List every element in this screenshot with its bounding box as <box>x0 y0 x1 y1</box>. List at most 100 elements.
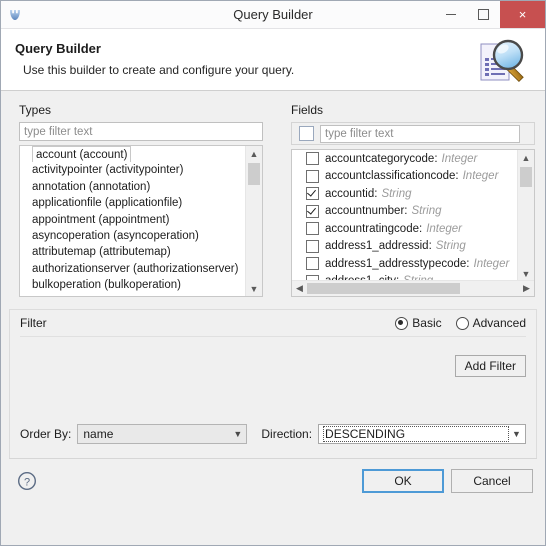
scrollbar-thumb[interactable] <box>520 167 532 187</box>
add-filter-row: Add Filter <box>20 355 526 377</box>
direction-label: Direction: <box>261 427 313 441</box>
scroll-down-icon[interactable]: ▼ <box>246 281 262 296</box>
dialog-header: Query Builder Use this builder to create… <box>1 29 545 91</box>
dialog-actions: OK Cancel <box>362 469 533 493</box>
field-name: address1_addressid: <box>325 240 432 253</box>
filter-mode-radios: Basic Advanced <box>395 316 526 330</box>
dialog-body: Types type filter text account (account)… <box>1 91 545 509</box>
types-label: Types <box>19 103 52 117</box>
list-item[interactable]: accountratingcode: Integer <box>292 220 518 238</box>
maximize-button[interactable] <box>467 1 500 28</box>
list-item[interactable]: address1_addresstypecode: Integer <box>292 255 518 273</box>
filter-group: Filter Basic Advanced Add Filter Order B… <box>9 309 537 459</box>
help-icon[interactable]: ? <box>17 471 37 491</box>
fields-horizontal-scrollbar[interactable]: ◀ ▶ <box>292 280 534 296</box>
fields-listbox[interactable]: accountcategorycode: Integer accountclas… <box>291 149 535 297</box>
maximize-icon <box>478 9 489 20</box>
filter-group-header: Filter Basic Advanced <box>20 310 526 337</box>
list-item[interactable]: attributemap (attributemap) <box>20 244 246 260</box>
field-name: accountclassificationcode: <box>325 170 459 183</box>
scroll-down-icon[interactable]: ▼ <box>518 266 534 281</box>
field-checkbox[interactable] <box>306 169 319 183</box>
direction-value: DESCENDING <box>323 426 509 442</box>
field-checkbox[interactable] <box>306 257 319 271</box>
list-item[interactable]: bulkoperation (bulkoperation) <box>20 277 246 293</box>
select-all-fields-checkbox[interactable] <box>299 126 314 141</box>
add-filter-button[interactable]: Add Filter <box>454 355 526 377</box>
list-item[interactable]: asyncoperation (asyncoperation) <box>20 228 246 244</box>
types-filter-input[interactable]: type filter text <box>19 122 263 141</box>
field-type: Integer <box>473 257 510 270</box>
scroll-up-icon[interactable]: ▲ <box>518 150 534 165</box>
fields-filter-placeholder: type filter text <box>325 127 394 140</box>
field-name: accountnumber: <box>325 205 408 218</box>
scrollbar-track[interactable] <box>307 281 519 296</box>
field-checkbox[interactable] <box>306 152 319 166</box>
scroll-left-icon[interactable]: ◀ <box>292 283 307 294</box>
selector-row: Types type filter text account (account)… <box>9 97 537 297</box>
list-item[interactable]: appointment (appointment) <box>20 212 246 228</box>
radio-basic-icon[interactable] <box>395 316 409 330</box>
app-shield-icon <box>1 2 29 28</box>
field-name: address1_addresstypecode: <box>325 257 470 270</box>
field-type: Integer <box>462 170 499 183</box>
types-panel: Types type filter text account (account)… <box>9 97 265 297</box>
filter-group-title: Filter <box>20 316 47 330</box>
fields-vertical-scrollbar[interactable]: ▲ ▼ <box>517 150 534 281</box>
svg-text:?: ? <box>24 476 30 488</box>
types-vertical-scrollbar[interactable]: ▲ ▼ <box>245 146 262 296</box>
list-item[interactable]: accountid: String <box>292 185 518 203</box>
page-subtitle: Use this builder to create and configure… <box>23 63 295 77</box>
chevron-down-icon: ▼ <box>233 429 243 439</box>
types-listbox[interactable]: account (account) activitypointer (activ… <box>19 145 263 297</box>
list-item[interactable]: account (account) <box>20 146 246 163</box>
filter-mode-advanced[interactable]: Advanced <box>455 316 526 330</box>
scrollbar-thumb[interactable] <box>307 283 460 294</box>
fields-list: accountcategorycode: Integer accountclas… <box>292 150 518 281</box>
order-by-value: name <box>83 427 114 441</box>
field-type: Integer <box>426 222 462 235</box>
cancel-button[interactable]: Cancel <box>451 469 533 493</box>
dialog-button-bar: ? OK Cancel <box>9 458 537 503</box>
field-checkbox[interactable] <box>306 239 319 253</box>
list-item[interactable]: activitypointer (activitypointer) <box>20 162 246 178</box>
scroll-up-icon[interactable]: ▲ <box>246 146 262 161</box>
field-type: Integer <box>441 152 478 165</box>
close-button[interactable]: × <box>500 1 545 28</box>
field-name: accountratingcode: <box>325 222 423 235</box>
ok-button[interactable]: OK <box>362 469 444 493</box>
filter-mode-advanced-label: Advanced <box>472 316 526 330</box>
field-type: String <box>381 187 412 200</box>
list-item[interactable]: accountcategorycode: Integer <box>292 150 518 168</box>
minimize-button[interactable] <box>434 1 467 28</box>
minimize-icon <box>445 14 456 15</box>
field-checkbox[interactable] <box>306 187 319 201</box>
list-item[interactable]: authorizationserver (authorizationserver… <box>20 261 246 277</box>
title-bar: Query Builder × <box>1 1 545 29</box>
order-by-select[interactable]: name ▼ <box>77 424 248 444</box>
filter-mode-basic-label: Basic <box>412 316 442 330</box>
list-item[interactable]: annotation (annotation) <box>20 179 246 195</box>
types-list: account (account) activitypointer (activ… <box>20 146 246 296</box>
radio-advanced-icon[interactable] <box>455 316 469 330</box>
query-builder-dialog: Query Builder × Query Builder Use this b… <box>0 0 546 546</box>
scrollbar-thumb[interactable] <box>248 163 260 185</box>
magnifier-document-icon <box>477 37 533 85</box>
field-type: String <box>435 240 466 253</box>
field-type: String <box>411 205 442 218</box>
direction-select[interactable]: DESCENDING ▼ <box>318 424 526 444</box>
order-by-label: Order By: <box>20 427 72 441</box>
fields-filter-input[interactable]: type filter text <box>320 124 520 143</box>
scroll-right-icon[interactable]: ▶ <box>519 283 534 294</box>
order-by-row: Order By: name ▼ Direction: DESCENDING ▼ <box>20 424 526 444</box>
list-item[interactable]: address1_addressid: String <box>292 238 518 256</box>
field-checkbox[interactable] <box>306 222 319 236</box>
list-item[interactable]: applicationfile (applicationfile) <box>20 195 246 211</box>
fields-label: Fields <box>291 103 324 117</box>
field-checkbox[interactable] <box>306 204 319 218</box>
window-controls: × <box>434 1 545 28</box>
page-title: Query Builder <box>15 41 101 56</box>
list-item[interactable]: accountnumber: String <box>292 203 518 221</box>
filter-mode-basic[interactable]: Basic <box>395 316 442 330</box>
list-item[interactable]: accountclassificationcode: Integer <box>292 168 518 186</box>
